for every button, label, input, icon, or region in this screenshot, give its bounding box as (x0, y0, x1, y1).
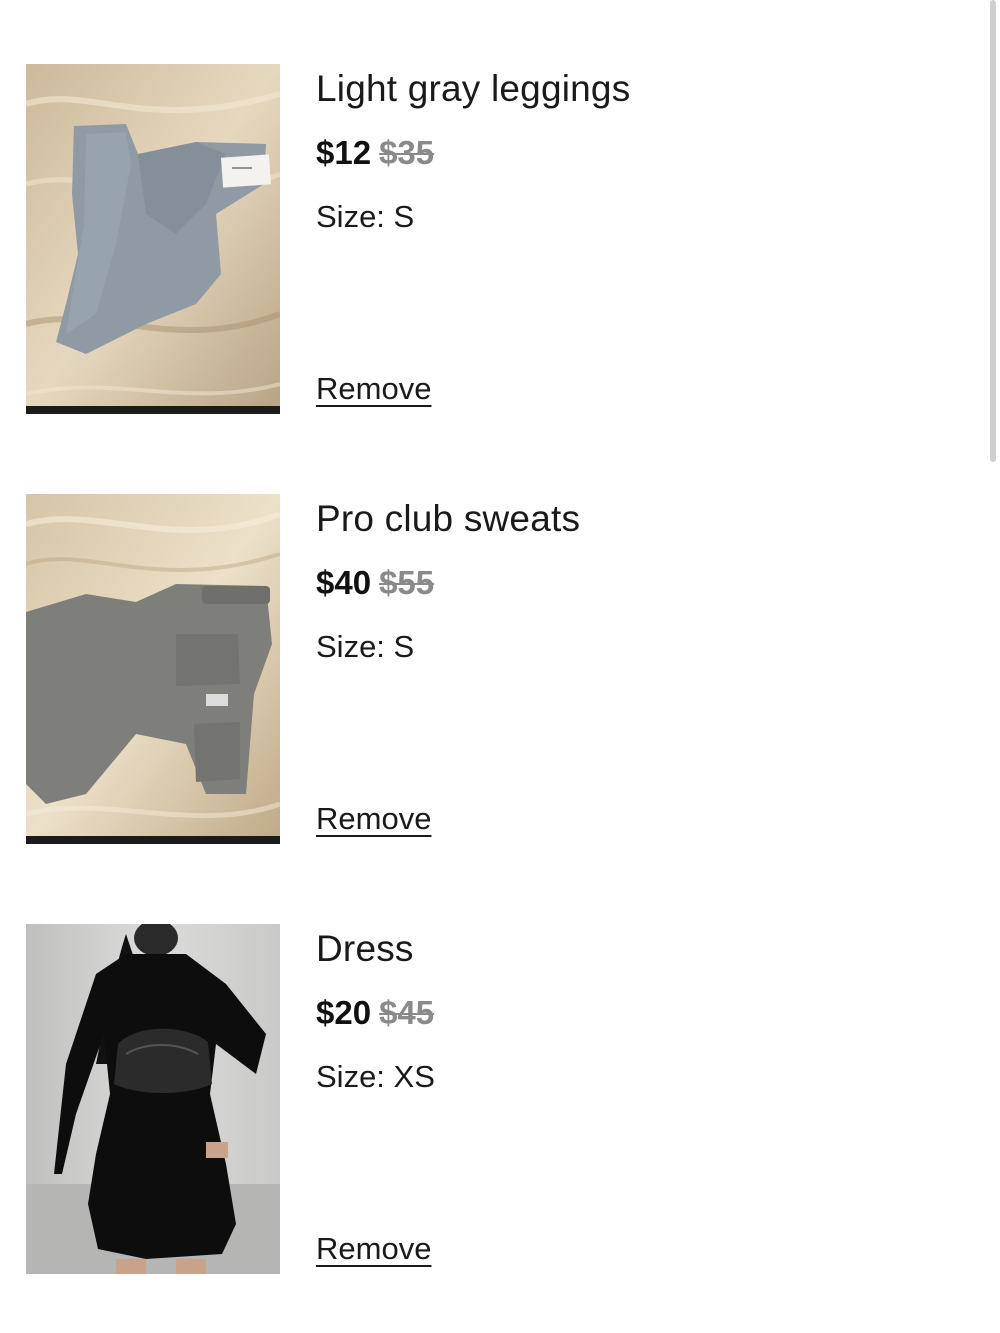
item-size: Size: S (316, 629, 415, 664)
product-image-leggings[interactable] (26, 64, 280, 414)
price-row: $40 $55 (316, 564, 434, 602)
item-title[interactable]: Light gray leggings (316, 68, 630, 110)
price-row: $12 $35 (316, 134, 434, 172)
item-details: Pro club sweats $40 $55 Size: S Remove (316, 494, 956, 844)
cart-item: Pro club sweats $40 $55 Size: S Remove (26, 494, 966, 844)
sale-price: $12 (316, 134, 372, 171)
item-title[interactable]: Dress (316, 928, 414, 970)
item-size: Size: S (316, 199, 415, 234)
original-price: $45 (379, 994, 435, 1031)
cart-page: Light gray leggings $12 $35 Size: S Remov… (0, 0, 1000, 1333)
remove-button[interactable]: Remove (316, 371, 431, 407)
price-row: $20 $45 (316, 994, 434, 1032)
cart-item: Dress $20 $45 Size: XS Remove (26, 924, 966, 1274)
remove-button[interactable]: Remove (316, 801, 431, 837)
item-size: Size: XS (316, 1059, 435, 1094)
scrollbar[interactable] (990, 0, 996, 462)
cart-item: Light gray leggings $12 $35 Size: S Remov… (26, 64, 966, 414)
product-image-sweats[interactable] (26, 494, 280, 844)
item-details: Dress $20 $45 Size: XS Remove (316, 924, 956, 1274)
original-price: $35 (379, 134, 435, 171)
sale-price: $20 (316, 994, 372, 1031)
item-title[interactable]: Pro club sweats (316, 498, 580, 540)
original-price: $55 (379, 564, 435, 601)
remove-button[interactable]: Remove (316, 1231, 431, 1267)
product-image-dress[interactable] (26, 924, 280, 1274)
sale-price: $40 (316, 564, 372, 601)
item-details: Light gray leggings $12 $35 Size: S Remov… (316, 64, 956, 414)
